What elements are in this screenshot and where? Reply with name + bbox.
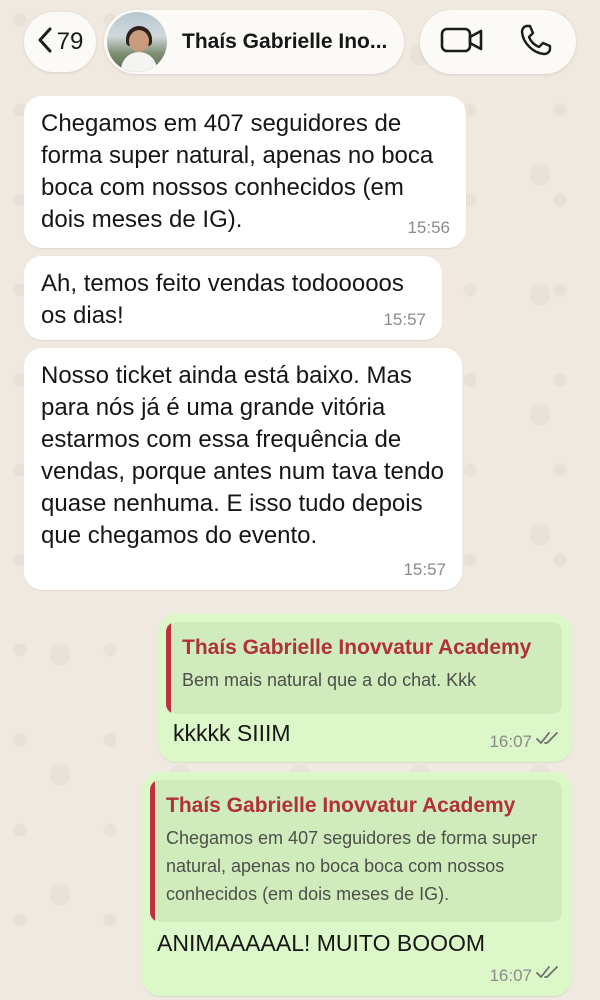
back-button[interactable]: 79: [24, 12, 96, 72]
message-time: 15:57: [403, 560, 446, 579]
quote-author: Thaís Gabrielle Inovvatur Academy: [182, 636, 532, 659]
quote-text: Bem mais natural que a do chat. Kkk: [182, 670, 477, 690]
quoted-message[interactable]: Thaís Gabrielle Inovvatur Academy Chegam…: [150, 780, 562, 922]
message-text: Ah, temos feito vendas todooooos os dias…: [41, 270, 404, 329]
voice-call-button[interactable]: [512, 24, 560, 60]
message-bubble-incoming[interactable]: Chegamos em 407 seguidores de forma supe…: [24, 96, 466, 248]
message-text: ANIMAAAAAL! MUITO BOOOM: [157, 930, 486, 956]
double-check-icon: [536, 965, 560, 984]
unread-count: 79: [56, 28, 84, 55]
video-call-button[interactable]: [438, 24, 486, 60]
chevron-left-icon: [37, 26, 57, 59]
message-time: 16:07: [489, 732, 532, 751]
message-bubble-outgoing[interactable]: Thaís Gabrielle Inovvatur Academy Chegam…: [142, 772, 572, 996]
quote-text: Chegamos em 407 seguidores de forma supe…: [166, 828, 538, 904]
quote-accent-bar: [166, 622, 171, 714]
contact-info-button[interactable]: Thaís Gabrielle Ino...: [104, 10, 404, 74]
avatar[interactable]: [107, 12, 167, 72]
message-bubble-incoming[interactable]: Ah, temos feito vendas todooooos os dias…: [24, 256, 442, 340]
video-camera-icon: [440, 25, 484, 60]
chat-header: 79 Thaís Gabrielle Ino...: [0, 0, 600, 92]
message-text: Nosso ticket ainda está baixo. Mas para …: [41, 362, 444, 549]
quote-author: Thaís Gabrielle Inovvatur Academy: [166, 794, 516, 817]
double-check-icon: [536, 731, 560, 750]
message-bubble-incoming[interactable]: Nosso ticket ainda está baixo. Mas para …: [24, 348, 462, 590]
message-text: kkkkk SIIIM: [173, 720, 291, 746]
phone-icon: [519, 23, 553, 62]
call-actions: [420, 10, 576, 74]
message-text: Chegamos em 407 seguidores de forma supe…: [41, 110, 434, 233]
message-time: 15:57: [383, 310, 426, 329]
message-bubble-outgoing[interactable]: Thaís Gabrielle Inovvatur Academy Bem ma…: [158, 614, 572, 762]
message-time: 15:56: [407, 218, 450, 237]
quoted-message[interactable]: Thaís Gabrielle Inovvatur Academy Bem ma…: [166, 622, 562, 714]
message-time: 16:07: [489, 966, 532, 985]
quote-accent-bar: [150, 780, 155, 922]
chat-title: Thaís Gabrielle Ino...: [182, 30, 388, 53]
